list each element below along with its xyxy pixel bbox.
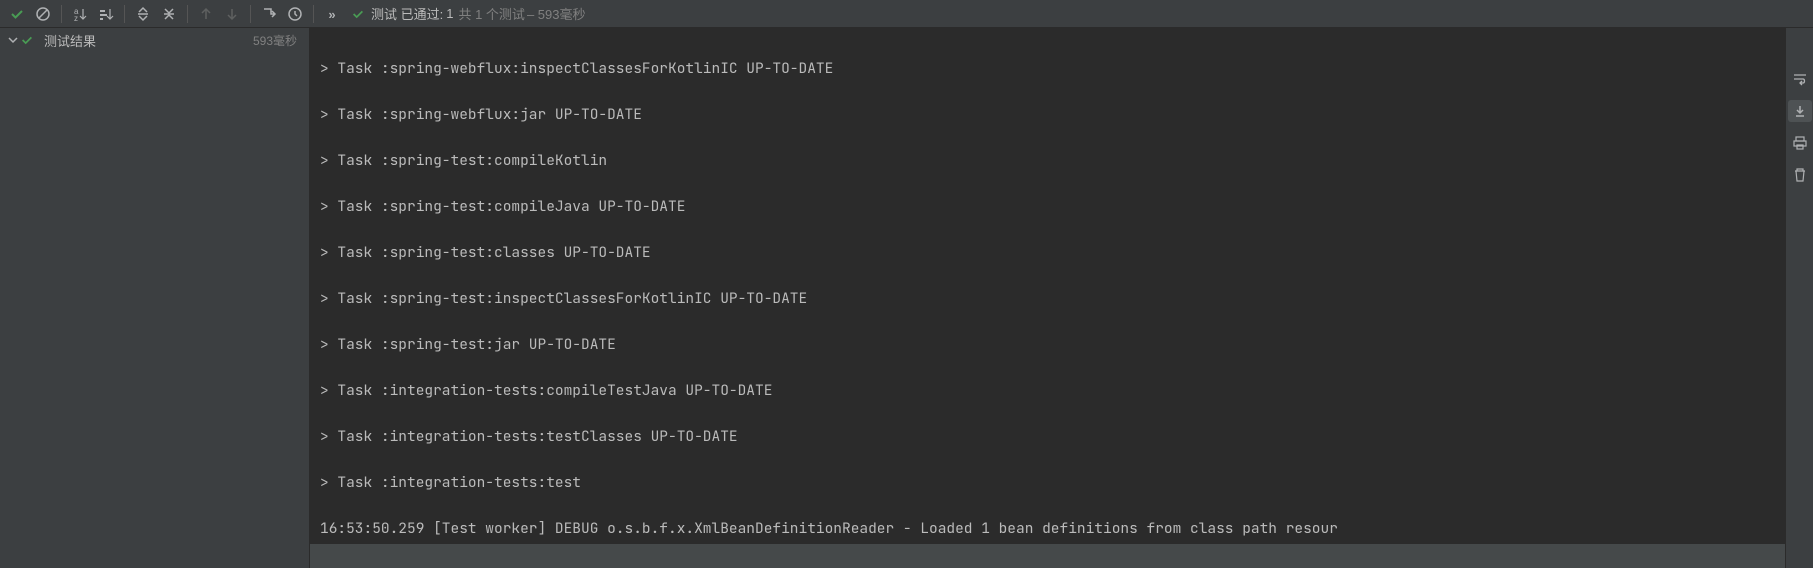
console-line: > Task :spring-test:compileKotlin (320, 149, 1785, 172)
sort-duration-button[interactable] (93, 3, 119, 25)
scroll-to-end-button[interactable] (1788, 100, 1812, 122)
right-gutter (1785, 28, 1813, 568)
status-total: 共 1 个测试 (458, 4, 524, 23)
export-results-button[interactable] (256, 3, 282, 25)
toolbar-separator (61, 5, 62, 23)
status-count: 1 (446, 6, 453, 21)
show-passed-button[interactable] (4, 3, 30, 25)
show-ignored-button[interactable] (30, 3, 56, 25)
console-line: > Task :spring-webflux:inspectClassesFor… (320, 57, 1785, 80)
toolbar-separator (187, 5, 188, 23)
status-duration: – 593毫秒 (527, 4, 586, 23)
console-line: > Task :spring-test:classes UP-TO-DATE (320, 241, 1785, 264)
console-line: > Task :spring-webflux:jar UP-TO-DATE (320, 103, 1785, 126)
svg-text:z: z (74, 14, 78, 22)
chevron-down-icon[interactable] (6, 35, 20, 45)
sort-alpha-button[interactable]: az (67, 3, 93, 25)
console-line: > Task :integration-tests:testClasses UP… (320, 425, 1785, 448)
tree-root-duration: 593毫秒 (253, 32, 303, 49)
prev-failed-button (193, 3, 219, 25)
console-line: > Task :spring-test:jar UP-TO-DATE (320, 333, 1785, 356)
toolbar-separator (313, 5, 314, 23)
collapse-all-button[interactable] (156, 3, 182, 25)
history-button[interactable] (282, 3, 308, 25)
pass-check-icon (20, 33, 34, 47)
test-status-text: 测试 已通过: 1 共 1 个测试 – 593毫秒 (351, 4, 585, 23)
next-failed-button (219, 3, 245, 25)
tree-root-row[interactable]: 测试结果 593毫秒 (0, 28, 309, 52)
expand-all-button[interactable] (130, 3, 156, 25)
soft-wrap-button[interactable] (1788, 68, 1812, 90)
test-toolbar: az » 测试 已通过: 1 共 1 个测试 – 593毫秒 (0, 0, 1813, 28)
console-line: > Task :integration-tests:compileTestJav… (320, 379, 1785, 402)
print-button[interactable] (1788, 132, 1812, 154)
status-label: 测试 已通过: (371, 4, 443, 23)
more-button[interactable]: » (319, 3, 345, 25)
main-container: 测试结果 593毫秒 > Task :spring-webflux:inspec… (0, 28, 1813, 568)
toolbar-separator (250, 5, 251, 23)
console-line: > Task :spring-test:compileJava UP-TO-DA… (320, 195, 1785, 218)
console-line: > Task :integration-tests:test (320, 471, 1785, 494)
console-line: 16:53:50.259 [Test worker] DEBUG o.s.b.f… (320, 517, 1785, 540)
clear-all-button[interactable] (1788, 164, 1812, 186)
console-line: > Task :spring-test:inspectClassesForKot… (320, 287, 1785, 310)
console-output[interactable]: > Task :spring-webflux:inspectClassesFor… (310, 28, 1785, 568)
pass-check-icon (351, 7, 365, 21)
toolbar-separator (124, 5, 125, 23)
console-scrollbar-track[interactable] (310, 544, 1785, 568)
test-tree-panel: 测试结果 593毫秒 (0, 28, 310, 568)
tree-root-label: 测试结果 (44, 31, 96, 50)
